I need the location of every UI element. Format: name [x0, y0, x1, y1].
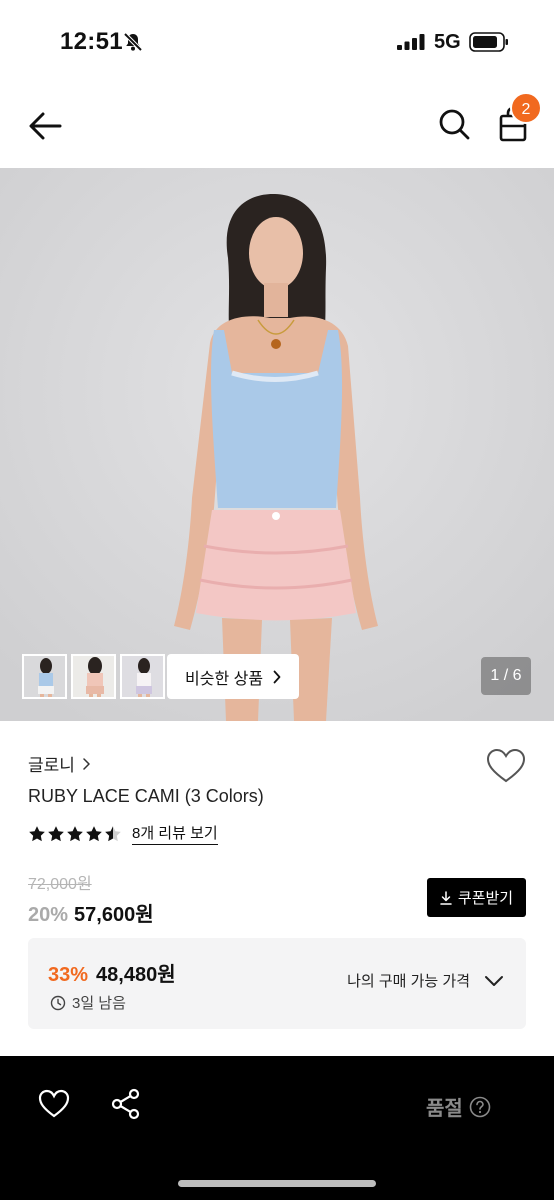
product-image-gallery[interactable]: 비슷한 상품 1 / 6: [0, 168, 554, 721]
chevron-right-icon: [273, 670, 281, 683]
share-icon[interactable]: [110, 1088, 142, 1120]
star-icon: [105, 825, 121, 841]
thumbnail-pink[interactable]: [71, 654, 116, 699]
thumbnail-white[interactable]: [120, 654, 165, 699]
rating-row: 8개 리뷰 보기: [28, 822, 218, 845]
original-price: 72,000원: [28, 876, 92, 893]
chevron-down-icon: [485, 975, 503, 986]
star-icon: [29, 825, 45, 841]
home-indicator: [178, 1180, 376, 1187]
price-row: 20% 57,600원: [28, 898, 154, 927]
bottom-action-bar: 품절: [0, 1056, 554, 1200]
brand-link[interactable]: 글로니: [28, 751, 90, 776]
coupon-label: 쿠폰받기: [457, 890, 514, 907]
my-price-value: 48,480원: [96, 964, 176, 986]
soldout-status: 품절: [426, 1092, 491, 1121]
cart-count-badge: 2: [510, 92, 542, 124]
back-arrow-icon[interactable]: [26, 108, 66, 144]
discount-rate: 20%: [28, 904, 69, 926]
my-price-toggle[interactable]: 나의 구매 가능 가격: [347, 970, 504, 991]
product-name: RUBY LACE CAMI (3 Colors): [28, 786, 264, 806]
question-icon[interactable]: [469, 1096, 491, 1118]
thumbnail-blue[interactable]: [22, 654, 67, 699]
heart-icon[interactable]: [486, 748, 526, 784]
my-price-label: 나의 구매 가능 가격: [347, 973, 470, 990]
my-price-row: 33% 48,480원: [48, 958, 176, 987]
nav-bar: 2: [0, 84, 554, 168]
signal-icon: [397, 34, 425, 50]
battery-icon: [469, 32, 508, 52]
time-left: 3일 남음: [72, 995, 126, 1012]
thumbnail-strip: [22, 654, 165, 699]
status-bar: 12:51 5G: [0, 0, 554, 84]
heart-icon[interactable]: [38, 1089, 70, 1119]
image-page-indicator: 1 / 6: [481, 657, 531, 695]
download-icon: [440, 890, 452, 905]
chevron-right-icon: [83, 757, 90, 770]
clock-icon: [50, 995, 66, 1010]
time-left-row: 3일 남음: [50, 992, 126, 1013]
similar-products-button[interactable]: 비슷한 상품: [167, 654, 300, 699]
soldout-label: 품절: [426, 1098, 463, 1120]
coupon-download-button[interactable]: 쿠폰받기: [427, 878, 526, 917]
search-icon[interactable]: [436, 106, 472, 142]
network-type: 5G: [434, 31, 461, 53]
star-icon: [86, 825, 102, 841]
my-price-panel[interactable]: 33% 48,480원 3일 남음 나의 구매 가능 가격: [28, 938, 526, 1029]
review-link[interactable]: 8개 리뷰 보기: [132, 822, 218, 845]
my-discount-rate: 33%: [48, 964, 89, 986]
sale-price: 57,600원: [74, 904, 154, 926]
similar-products-label: 비슷한 상품: [185, 670, 264, 688]
product-photo: [0, 168, 554, 721]
star-icon: [67, 825, 83, 841]
bell-off-icon: [123, 32, 143, 52]
status-time: 12:51: [60, 28, 123, 55]
star-icon: [48, 825, 64, 841]
star-rating: [28, 825, 122, 843]
brand-name: 글로니: [28, 756, 75, 775]
